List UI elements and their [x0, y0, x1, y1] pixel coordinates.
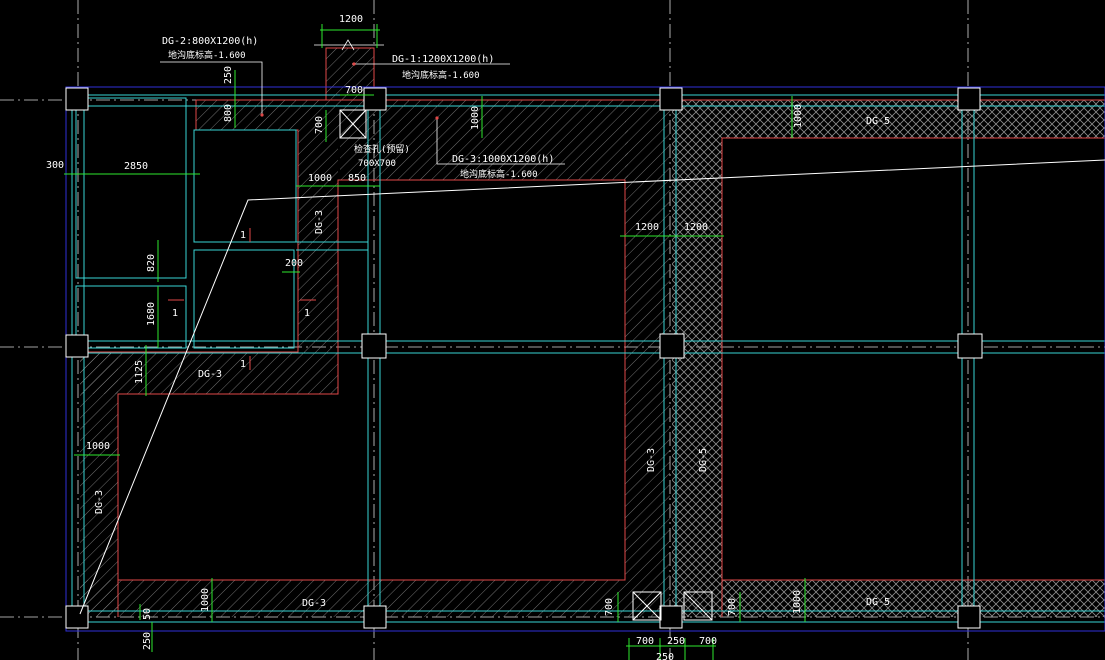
dg3-spec-label: DG-3:1000X1200(h): [452, 154, 554, 165]
dg3-label-b: DG-3: [198, 369, 222, 380]
background: [0, 0, 1105, 660]
dim-1680: 1680: [146, 302, 157, 326]
dg3-label-d: DG-3: [302, 598, 326, 609]
dim-700-bot-b: 700: [727, 598, 738, 616]
dim-700-left: 700: [314, 116, 325, 134]
dg5-label-b: DG-5: [698, 448, 709, 472]
dim-300: 300: [46, 160, 64, 171]
section-1-a: 1: [240, 230, 246, 241]
dim-1125: 1125: [134, 360, 145, 384]
dim-700-bot-a: 700: [604, 598, 615, 616]
dim-1200-mid: 1200: [635, 222, 659, 233]
dg3-label-a: DG-3: [314, 210, 325, 234]
dim-1000-b: 1000: [793, 104, 804, 128]
dg1-elev-label: 地沟底标高-1.600: [402, 69, 480, 81]
dg3-label-c: DG-3: [94, 490, 105, 514]
section-1-b: 1: [172, 308, 178, 319]
dim-1000-a: 1000: [470, 106, 481, 130]
dim-200: 200: [285, 258, 303, 269]
dim-700-b1: 700: [636, 636, 654, 647]
dim-1000-bottom: 1000: [200, 588, 211, 612]
dg2-spec-label: DG-2:800X1200(h): [162, 36, 258, 47]
dg5-label-a: DG-5: [866, 116, 890, 127]
dim-250-top: 250: [223, 66, 234, 84]
dim-1200-mid2: 1200: [684, 222, 708, 233]
pit-name-label: 检查孔(预留): [354, 143, 410, 155]
dim-1000-bot-r: 1000: [792, 590, 803, 614]
dg5-label-c: DG-5: [866, 597, 890, 608]
dim-1000-c: 1000: [308, 173, 332, 184]
dim-700-top: 700: [345, 85, 363, 96]
dim-250-bottom: 250: [142, 632, 153, 650]
dim-2850: 2850: [124, 161, 148, 172]
dim-820: 820: [146, 254, 157, 272]
pit-size-label: 700X700: [358, 159, 396, 169]
dim-250-b1: 250: [667, 636, 685, 647]
dim-800: 800: [223, 104, 234, 122]
dg3-elev-label: 地沟底标高-1.600: [460, 168, 538, 180]
cad-drawing: 1200 250 800 700 700 1000 1000 300 2850 …: [0, 0, 1105, 660]
dim-700-b2: 700: [699, 636, 717, 647]
section-1-d: 1: [304, 308, 310, 319]
dg3-label-e: DG-3: [646, 448, 657, 472]
section-1-c: 1: [240, 359, 246, 370]
dim-1200-top: 1200: [339, 14, 363, 25]
dim-50: 50: [142, 608, 153, 620]
dim-1000-left: 1000: [86, 441, 110, 452]
dg1-spec-label: DG-1:1200X1200(h): [392, 54, 494, 65]
dg2-elev-label: 地沟底标高-1.600: [168, 49, 246, 61]
dim-250-b2: 250: [656, 652, 674, 660]
dim-850: 850: [348, 173, 366, 184]
